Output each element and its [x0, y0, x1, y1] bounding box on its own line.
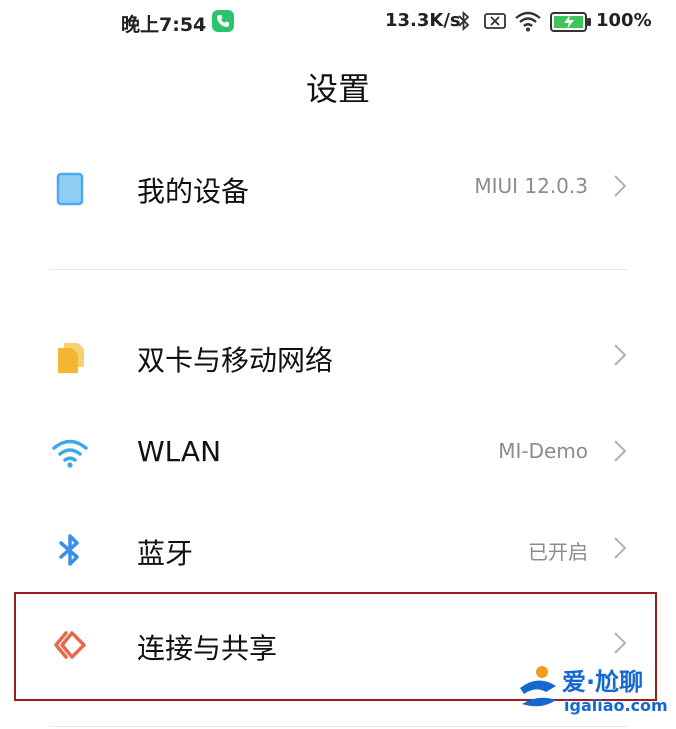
settings-item-bluetooth[interactable]: 蓝牙 已开启	[0, 508, 676, 588]
settings-item-value: MIUI 12.0.3	[474, 174, 588, 198]
chevron-right-icon	[612, 172, 628, 204]
network-speed: 13.3K/s	[385, 10, 461, 31]
settings-item-dual-sim[interactable]: 双卡与移动网络	[0, 315, 676, 395]
settings-item-label: 双卡与移动网络	[137, 344, 334, 377]
phone-call-icon	[212, 10, 234, 32]
watermark-title: 爱·尬聊	[562, 668, 644, 696]
bluetooth-icon	[456, 10, 472, 36]
battery-percentage: 100%	[596, 10, 652, 31]
settings-item-label: WLAN	[137, 435, 222, 468]
watermark: 爱·尬聊 igaliao.com	[516, 660, 670, 720]
section-divider	[50, 726, 628, 727]
settings-item-value: 已开启	[528, 540, 588, 564]
settings-item-label: 蓝牙	[137, 537, 194, 570]
bluetooth-icon	[50, 530, 90, 570]
sim-cards-icon	[50, 337, 90, 377]
settings-item-my-device[interactable]: 我的设备 MIUI 12.0.3	[0, 146, 676, 226]
status-bar: 晚上7:54 13.3K/s 100%	[0, 0, 676, 44]
page-title: 设置	[305, 70, 370, 108]
settings-item-value: MI-Demo	[498, 439, 588, 463]
no-sim-icon	[484, 12, 506, 34]
status-time: 晚上7:54	[121, 14, 207, 36]
section-divider	[50, 269, 628, 270]
settings-item-label: 我的设备	[137, 175, 250, 208]
chevron-right-icon	[612, 534, 628, 566]
settings-item-wlan[interactable]: WLAN MI-Demo	[0, 411, 676, 491]
chevron-right-icon	[612, 341, 628, 373]
wifi-icon	[50, 433, 90, 473]
watermark-url: igaliao.com	[564, 696, 668, 715]
battery-charging-icon	[550, 12, 592, 36]
device-icon	[50, 168, 90, 208]
wifi-icon	[514, 10, 542, 36]
watermark-logo-icon	[516, 664, 560, 720]
chevron-right-icon	[612, 437, 628, 469]
